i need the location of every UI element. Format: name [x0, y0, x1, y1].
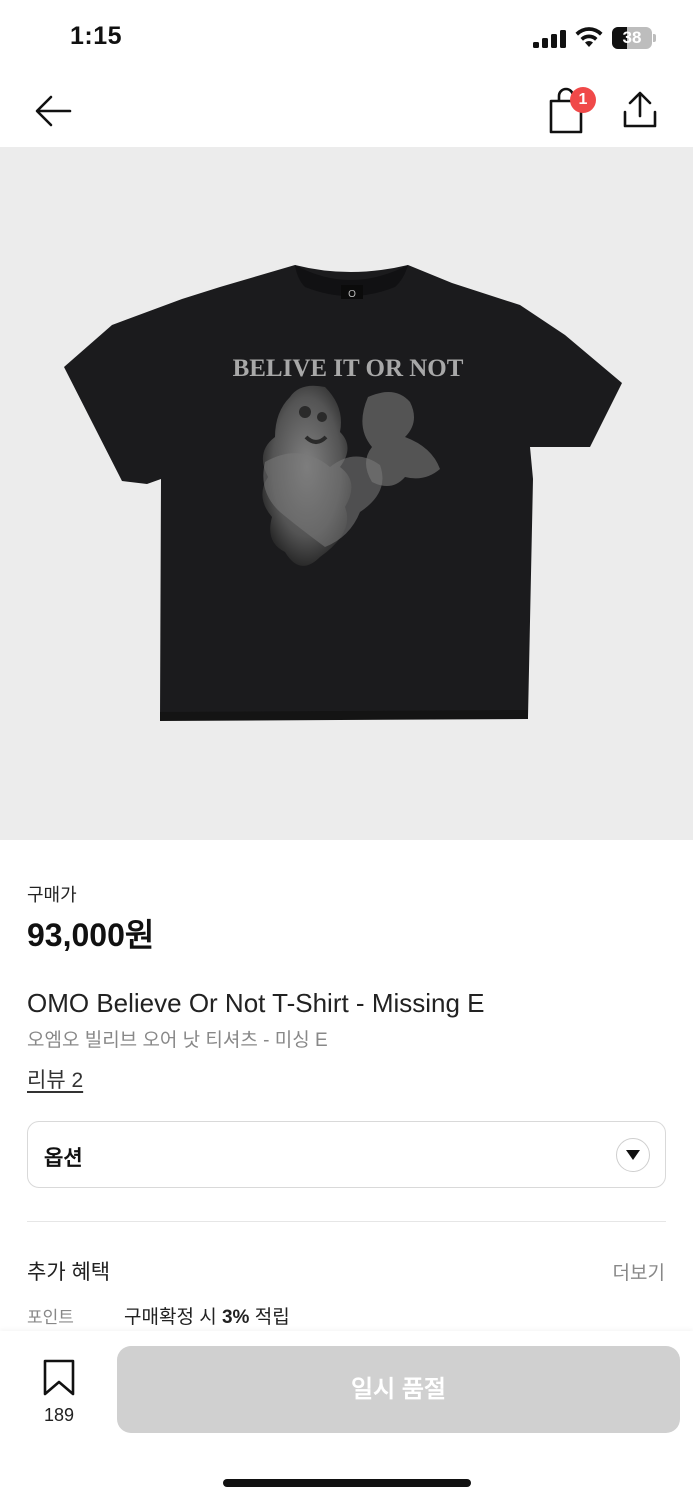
product-image[interactable]: O BELIVE IT OR NOT: [0, 147, 693, 840]
point-label: 포인트: [27, 1308, 74, 1327]
bookmark-icon: [43, 1359, 75, 1396]
benefits-title: 추가 혜택: [27, 1261, 111, 1284]
section-divider: [27, 1221, 666, 1222]
product-subtitle-korean: 오엠오 빌리브 오어 낫 티셔츠 - 미싱 E: [27, 1030, 328, 1051]
benefits-more-link[interactable]: 더보기: [613, 1258, 665, 1285]
back-button[interactable]: [30, 88, 76, 134]
top-nav-bar: 1: [0, 76, 693, 146]
bottom-action-bar: 189 일시 품절: [0, 1331, 693, 1500]
bookmark-button[interactable]: 189: [30, 1351, 88, 1431]
sold-out-button[interactable]: 일시 품절: [117, 1346, 680, 1433]
price: 93,000원: [27, 917, 155, 953]
share-button[interactable]: [618, 88, 662, 132]
cart-button[interactable]: 1: [543, 84, 597, 136]
point-rate: 3%: [221, 1307, 250, 1328]
arrow-left-icon: [35, 95, 72, 127]
review-link[interactable]: 리뷰 2: [27, 1064, 83, 1094]
product-title: OMO Believe Or Not T-Shirt - Missing E: [27, 988, 485, 1018]
home-indicator: [223, 1479, 471, 1487]
neck-label: O: [348, 289, 356, 300]
point-text-after: 적립: [249, 1307, 290, 1328]
cart-count-badge: 1: [570, 87, 596, 113]
status-bar: 1:15 38: [0, 0, 693, 76]
tshirt-image: O BELIVE IT OR NOT: [64, 265, 622, 721]
chevron-down-icon: [616, 1138, 650, 1172]
price-label: 구매가: [27, 885, 77, 905]
battery-level: 38: [622, 28, 642, 47]
status-time: 1:15: [70, 22, 123, 50]
bookmark-count: 189: [43, 1405, 75, 1425]
signal-icon: [533, 30, 567, 48]
shirt-print-text: BELIVE IT OR NOT: [233, 355, 464, 382]
point-text-before: 구매확정 시: [124, 1307, 222, 1328]
option-select[interactable]: 옵션: [27, 1121, 666, 1188]
point-description: 구매확정 시 3% 적립: [124, 1302, 290, 1329]
battery-icon: 38: [612, 27, 656, 49]
option-label: 옵션: [44, 1147, 83, 1170]
share-upload-icon: [623, 91, 657, 128]
wifi-icon: [575, 27, 603, 47]
